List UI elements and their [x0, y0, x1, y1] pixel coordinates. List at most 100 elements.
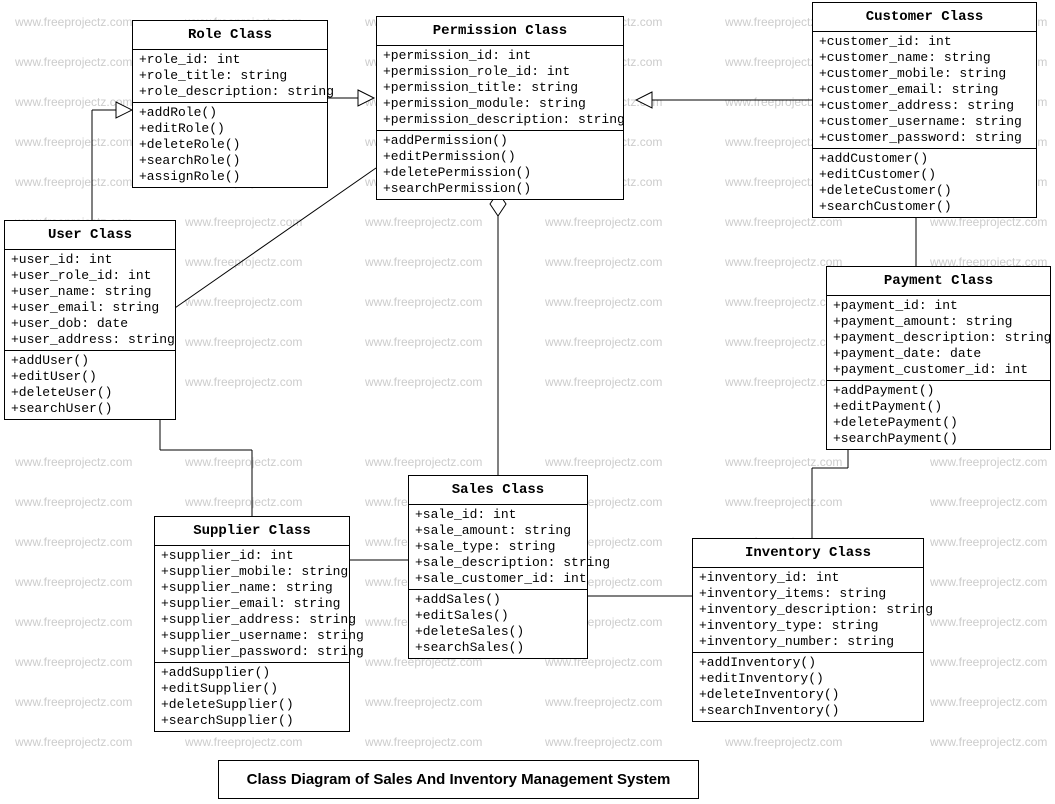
op-row: +searchSales(): [415, 640, 581, 656]
watermark-text: www.freeprojectz.com: [365, 295, 482, 309]
watermark-text: www.freeprojectz.com: [185, 215, 302, 229]
class-customer-attrs: +customer_id: int +customer_name: string…: [813, 32, 1036, 149]
attr-row: +supplier_username: string: [161, 628, 343, 644]
attr-row: +supplier_email: string: [161, 596, 343, 612]
attr-row: +user_id: int: [11, 252, 169, 268]
watermark-text: www.freeprojectz.com: [725, 295, 842, 309]
watermark-text: www.freeprojectz.com: [15, 615, 132, 629]
attr-row: +payment_amount: string: [833, 314, 1044, 330]
attr-row: +user_email: string: [11, 300, 169, 316]
class-user: User Class +user_id: int +user_role_id: …: [4, 220, 176, 420]
attr-row: +role_id: int: [139, 52, 321, 68]
watermark-text: www.freeprojectz.com: [930, 735, 1047, 749]
class-supplier-attrs: +supplier_id: int +supplier_mobile: stri…: [155, 546, 349, 663]
attr-row: +user_name: string: [11, 284, 169, 300]
watermark-text: www.freeprojectz.com: [545, 295, 662, 309]
attr-row: +inventory_description: string: [699, 602, 917, 618]
class-permission-ops: +addPermission() +editPermission() +dele…: [377, 131, 623, 199]
watermark-text: www.freeprojectz.com: [15, 15, 132, 29]
watermark-text: www.freeprojectz.com: [725, 255, 842, 269]
watermark-text: www.freeprojectz.com: [930, 535, 1047, 549]
class-inventory-attrs: +inventory_id: int +inventory_items: str…: [693, 568, 923, 653]
watermark-text: www.freeprojectz.com: [930, 575, 1047, 589]
class-payment-attrs: +payment_id: int +payment_amount: string…: [827, 296, 1050, 381]
op-row: +editInventory(): [699, 671, 917, 687]
class-customer-title: Customer Class: [813, 3, 1036, 32]
op-row: +editRole(): [139, 121, 321, 137]
op-row: +searchInventory(): [699, 703, 917, 719]
op-row: +addInventory(): [699, 655, 917, 671]
attr-row: +payment_id: int: [833, 298, 1044, 314]
class-role: Role Class +role_id: int +role_title: st…: [132, 20, 328, 188]
attr-row: +customer_mobile: string: [819, 66, 1030, 82]
attr-row: +sale_customer_id: int: [415, 571, 581, 587]
watermark-text: www.freeprojectz.com: [15, 135, 132, 149]
class-permission: Permission Class +permission_id: int +pe…: [376, 16, 624, 200]
watermark-text: www.freeprojectz.com: [15, 735, 132, 749]
watermark-text: www.freeprojectz.com: [185, 495, 302, 509]
watermark-text: www.freeprojectz.com: [930, 495, 1047, 509]
attr-row: +role_description: string: [139, 84, 321, 100]
op-row: +deleteRole(): [139, 137, 321, 153]
attr-row: +customer_id: int: [819, 34, 1030, 50]
watermark-text: www.freeprojectz.com: [545, 215, 662, 229]
watermark-text: www.freeprojectz.com: [545, 735, 662, 749]
op-row: +searchRole(): [139, 153, 321, 169]
class-role-title: Role Class: [133, 21, 327, 50]
class-supplier: Supplier Class +supplier_id: int +suppli…: [154, 516, 350, 732]
attr-row: +sale_id: int: [415, 507, 581, 523]
op-row: +addRole(): [139, 105, 321, 121]
op-row: +deleteInventory(): [699, 687, 917, 703]
op-row: +editPayment(): [833, 399, 1044, 415]
attr-row: +permission_description: string: [383, 112, 617, 128]
class-user-attrs: +user_id: int +user_role_id: int +user_n…: [5, 250, 175, 351]
watermark-text: www.freeprojectz.com: [365, 335, 482, 349]
attr-row: +inventory_number: string: [699, 634, 917, 650]
class-payment: Payment Class +payment_id: int +payment_…: [826, 266, 1051, 450]
watermark-text: www.freeprojectz.com: [15, 655, 132, 669]
watermark-text: www.freeprojectz.com: [725, 495, 842, 509]
class-inventory-ops: +addInventory() +editInventory() +delete…: [693, 653, 923, 721]
class-sales-title: Sales Class: [409, 476, 587, 505]
class-customer: Customer Class +customer_id: int +custom…: [812, 2, 1037, 218]
op-row: +addSupplier(): [161, 665, 343, 681]
watermark-text: www.freeprojectz.com: [365, 455, 482, 469]
watermark-text: www.freeprojectz.com: [365, 255, 482, 269]
watermark-text: www.freeprojectz.com: [365, 375, 482, 389]
attr-row: +customer_email: string: [819, 82, 1030, 98]
op-row: +addUser(): [11, 353, 169, 369]
attr-row: +payment_customer_id: int: [833, 362, 1044, 378]
op-row: +addPermission(): [383, 133, 617, 149]
class-supplier-title: Supplier Class: [155, 517, 349, 546]
watermark-text: www.freeprojectz.com: [930, 695, 1047, 709]
attr-row: +sale_type: string: [415, 539, 581, 555]
class-user-ops: +addUser() +editUser() +deleteUser() +se…: [5, 351, 175, 419]
watermark-text: www.freeprojectz.com: [15, 495, 132, 509]
watermark-text: www.freeprojectz.com: [365, 215, 482, 229]
watermark-text: www.freeprojectz.com: [185, 335, 302, 349]
watermark-text: www.freeprojectz.com: [725, 455, 842, 469]
op-row: +deleteCustomer(): [819, 183, 1030, 199]
op-row: +deletePermission(): [383, 165, 617, 181]
op-row: +addSales(): [415, 592, 581, 608]
op-row: +addPayment(): [833, 383, 1044, 399]
class-role-ops: +addRole() +editRole() +deleteRole() +se…: [133, 103, 327, 187]
watermark-text: www.freeprojectz.com: [725, 335, 842, 349]
attr-row: +permission_id: int: [383, 48, 617, 64]
watermark-text: www.freeprojectz.com: [365, 735, 482, 749]
watermark-text: www.freeprojectz.com: [15, 55, 132, 69]
attr-row: +sale_description: string: [415, 555, 581, 571]
watermark-text: www.freeprojectz.com: [185, 375, 302, 389]
attr-row: +inventory_items: string: [699, 586, 917, 602]
class-customer-ops: +addCustomer() +editCustomer() +deleteCu…: [813, 149, 1036, 217]
op-row: +deletePayment(): [833, 415, 1044, 431]
watermark-text: www.freeprojectz.com: [930, 615, 1047, 629]
watermark-text: www.freeprojectz.com: [545, 695, 662, 709]
attr-row: +payment_description: string: [833, 330, 1044, 346]
watermark-text: www.freeprojectz.com: [365, 695, 482, 709]
attr-row: +payment_date: date: [833, 346, 1044, 362]
attr-row: +customer_address: string: [819, 98, 1030, 114]
attr-row: +role_title: string: [139, 68, 321, 84]
attr-row: +user_dob: date: [11, 316, 169, 332]
class-payment-ops: +addPayment() +editPayment() +deletePaym…: [827, 381, 1050, 449]
